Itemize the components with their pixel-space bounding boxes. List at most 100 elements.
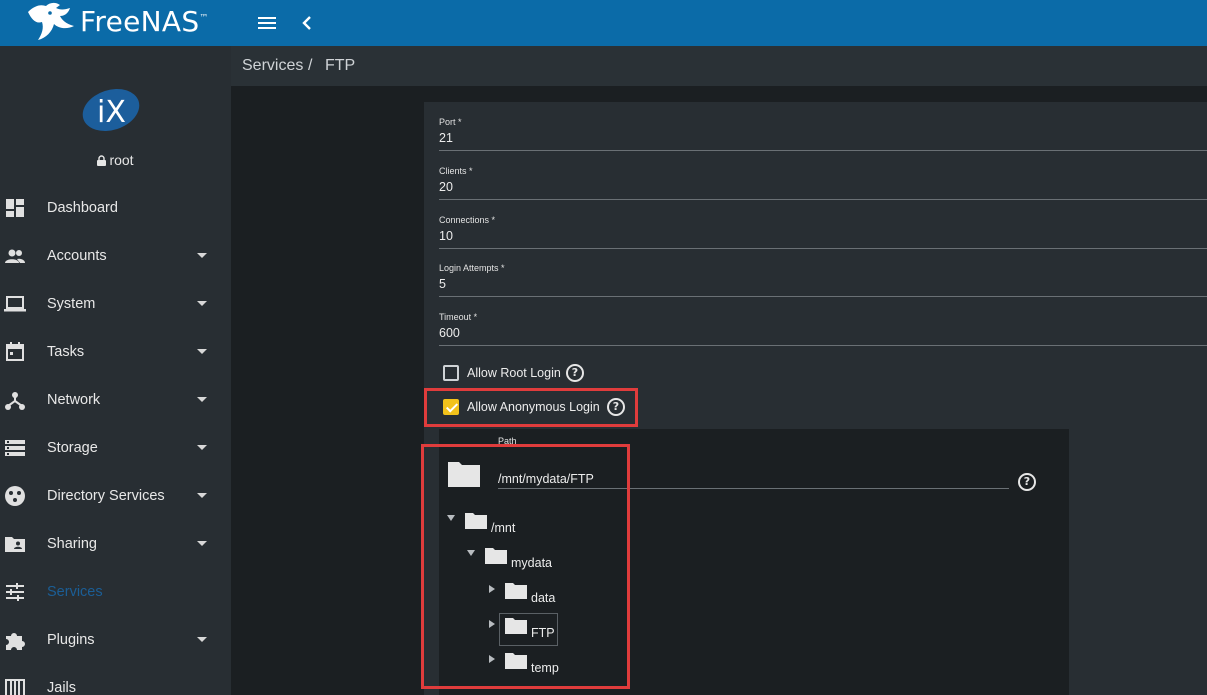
field-underline: [439, 199, 1207, 200]
tree-node-temp[interactable]: temp: [488, 651, 568, 675]
folder-icon: [505, 653, 527, 669]
login-attempts-field[interactable]: Login Attempts * 5: [439, 263, 1207, 303]
calendar-icon: [6, 342, 24, 361]
caret-down-icon: [197, 445, 207, 450]
shared-folder-icon: [5, 537, 25, 552]
allow-anonymous-login-checkbox[interactable]: [443, 399, 459, 415]
tree-node-label: temp: [531, 661, 559, 675]
tree-node-mnt[interactable]: /mnt: [447, 511, 527, 535]
sidebar-item-label: Dashboard: [47, 200, 118, 216]
sidebar-item-label: Plugins: [47, 632, 95, 648]
tree-node-label: mydata: [511, 556, 552, 570]
laptop-icon: [4, 296, 26, 312]
expand-arrow-icon[interactable]: [467, 550, 475, 556]
connections-field[interactable]: Connections * 10: [439, 215, 1207, 255]
tree-node-label: data: [531, 591, 556, 605]
allow-anonymous-login-label[interactable]: Allow Anonymous Login: [467, 400, 600, 414]
allow-root-login-checkbox[interactable]: [443, 365, 459, 381]
breadcrumb-current: FTP: [325, 57, 356, 74]
sidebar-item-network[interactable]: Network: [0, 377, 231, 425]
help-icon[interactable]: ?: [566, 364, 584, 382]
field-underline: [498, 488, 1009, 489]
clients-input[interactable]: 20: [439, 180, 453, 194]
connections-input[interactable]: 10: [439, 229, 453, 243]
directory-icon: [5, 486, 25, 506]
port-label: Port *: [439, 117, 462, 127]
login-attempts-label: Login Attempts *: [439, 263, 505, 273]
breadcrumb: Services / FTP: [231, 46, 1207, 86]
folder-icon: [465, 513, 487, 529]
sidebar-item-label: Tasks: [47, 344, 85, 360]
dashboard-icon: [6, 199, 24, 217]
tree-node-ftp[interactable]: FTP: [488, 616, 568, 640]
sidebar-item-label: Accounts: [47, 248, 107, 264]
puzzle-icon: [6, 633, 25, 650]
brand: FreeNAS™: [0, 0, 231, 46]
folder-icon: [485, 548, 507, 564]
clients-label: Clients *: [439, 166, 473, 176]
breadcrumb-services-link[interactable]: Services: [242, 57, 303, 75]
sidebar-item-sharing[interactable]: Sharing: [0, 521, 231, 569]
tree-node-label: FTP: [531, 626, 555, 640]
sidebar-item-system[interactable]: System: [0, 281, 231, 329]
sidebar-item-label: Sharing: [47, 536, 97, 552]
sidebar-item-label: Jails: [47, 680, 77, 695]
folder-icon: [505, 583, 527, 599]
sidebar-item-label: Directory Services: [47, 488, 165, 504]
connections-label: Connections *: [439, 215, 496, 225]
sidebar-item-dashboard[interactable]: Dashboard: [0, 185, 231, 233]
help-icon[interactable]: ?: [1018, 473, 1036, 491]
sidebar-item-label: System: [47, 296, 96, 312]
lock-icon: [97, 155, 107, 166]
caret-down-icon: [197, 541, 207, 546]
tree-node-label: /mnt: [491, 521, 516, 535]
sidebar: iX root Dashboard Accounts System Tasks …: [0, 46, 231, 695]
field-underline: [439, 345, 1207, 346]
port-field[interactable]: Port * 21: [439, 117, 1207, 157]
caret-down-icon: [197, 253, 207, 258]
caret-down-icon: [197, 349, 207, 354]
sidebar-item-tasks[interactable]: Tasks: [0, 329, 231, 377]
port-input[interactable]: 21: [439, 131, 453, 145]
brand-name: FreeNAS™: [80, 5, 209, 38]
help-icon[interactable]: ?: [607, 398, 625, 416]
folder-icon: [505, 618, 527, 634]
ix-logo-icon: iX: [82, 88, 140, 132]
sidebar-item-storage[interactable]: Storage: [0, 425, 231, 473]
path-label: Path: [498, 436, 517, 446]
path-input[interactable]: /mnt/mydata/FTP: [498, 470, 1009, 490]
expand-arrow-icon[interactable]: [489, 585, 495, 593]
breadcrumb-separator: /: [308, 57, 313, 74]
caret-down-icon: [197, 397, 207, 402]
hamburger-menu-icon[interactable]: [255, 11, 279, 35]
expand-arrow-icon[interactable]: [489, 655, 495, 663]
network-icon: [5, 392, 25, 410]
jail-icon: [5, 679, 25, 695]
svg-text:iX: iX: [97, 95, 126, 130]
username: root: [109, 152, 134, 168]
freenas-shark-logo-icon: [28, 2, 74, 41]
login-attempts-input[interactable]: 5: [439, 277, 446, 291]
timeout-input[interactable]: 600: [439, 326, 460, 340]
expand-arrow-icon[interactable]: [489, 620, 495, 628]
expand-arrow-icon[interactable]: [447, 515, 455, 521]
tree-node-data[interactable]: data: [488, 581, 568, 605]
allow-root-login-label[interactable]: Allow Root Login: [467, 366, 561, 380]
current-user: root: [0, 152, 231, 168]
caret-down-icon: [197, 493, 207, 498]
sidebar-item-directory-services[interactable]: Directory Services: [0, 473, 231, 521]
storage-icon: [5, 440, 25, 456]
tree-node-mydata[interactable]: mydata: [467, 546, 557, 570]
top-bar: FreeNAS™: [0, 0, 1207, 46]
path-value[interactable]: /mnt/mydata/FTP: [498, 472, 594, 486]
people-icon: [5, 249, 25, 263]
sidebar-item-accounts[interactable]: Accounts: [0, 233, 231, 281]
folder-icon[interactable]: [447, 460, 481, 488]
timeout-field[interactable]: Timeout * 600: [439, 312, 1207, 352]
sidebar-item-jails[interactable]: Jails: [0, 665, 231, 695]
sidebar-item-label: Storage: [47, 440, 98, 456]
chevron-left-icon[interactable]: [295, 11, 319, 35]
sidebar-item-plugins[interactable]: Plugins: [0, 617, 231, 665]
clients-field[interactable]: Clients * 20: [439, 166, 1207, 206]
sidebar-item-services[interactable]: Services: [0, 569, 231, 617]
